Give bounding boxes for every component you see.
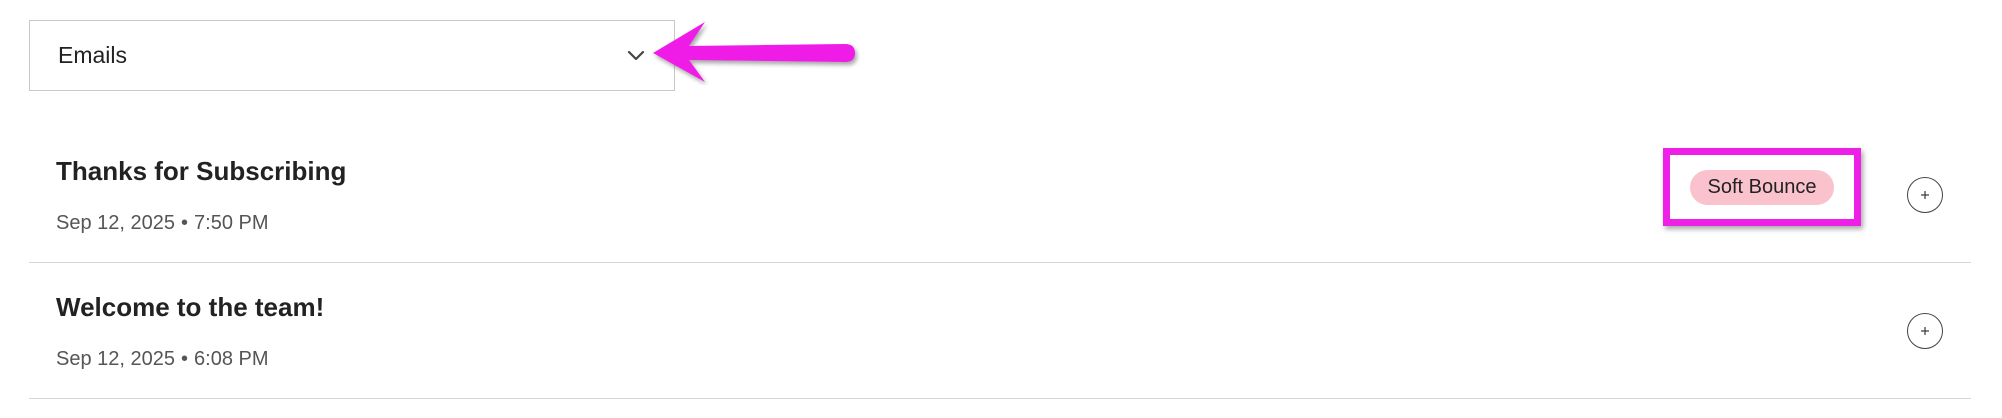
email-subject: Thanks for Subscribing	[56, 156, 347, 186]
annotation-arrow-icon	[653, 22, 855, 82]
email-date: Sep 12, 2025	[56, 212, 175, 234]
meta-separator: •	[181, 212, 189, 234]
email-date: Sep 12, 2025	[56, 348, 175, 370]
status-badge: Soft Bounce	[1689, 169, 1835, 205]
email-time: 6:08 PM	[194, 348, 269, 370]
email-subject: Welcome to the team!	[56, 292, 325, 322]
type-filter-value: Emails	[58, 42, 128, 68]
email-activity-panel: Emails Thanks for Subscribing Sep 12, 20…	[0, 0, 2002, 418]
expand-button[interactable]	[1907, 177, 1943, 213]
chevron-down-icon	[626, 46, 646, 66]
meta-separator: •	[181, 348, 189, 370]
email-timestamp: Sep 12, 2025 • 6:08 PM	[56, 348, 269, 371]
email-list-item: Welcome to the team! Sep 12, 2025 • 6:08 P…	[29, 264, 1971, 399]
expand-button[interactable]	[1907, 313, 1943, 349]
type-filter-dropdown[interactable]: Emails	[29, 20, 675, 91]
email-timestamp: Sep 12, 2025 • 7:50 PM	[56, 212, 269, 235]
plus-icon	[1921, 327, 1929, 335]
email-list-item: Thanks for Subscribing Sep 12, 2025 • 7:50…	[29, 128, 1971, 263]
email-time: 7:50 PM	[194, 212, 269, 234]
status-highlight-box: Soft Bounce	[1663, 148, 1861, 226]
plus-icon	[1921, 191, 1929, 199]
